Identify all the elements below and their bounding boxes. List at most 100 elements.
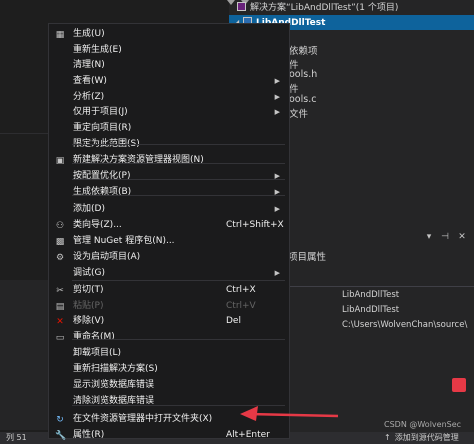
tree-item-resource-files[interactable]: 文件 [289, 106, 308, 120]
status-column: 列 51 [6, 433, 27, 442]
menu-item-label: 在文件资源管理器中打开文件夹(X) [73, 414, 213, 424]
menu-item[interactable]: ▩ 管理 NuGet 程序包(N)... [49, 234, 289, 250]
dropdown-icon[interactable]: ▾ [424, 232, 434, 242]
menu-item[interactable]: ✕ 移除(V) Del [49, 314, 289, 330]
menu-item[interactable]: 卸载项目(L) [49, 346, 289, 362]
pin-icon[interactable]: ⊣ [440, 232, 450, 242]
menu-item[interactable]: ⚙ 设为启动项目(A) [49, 250, 289, 266]
submenu-arrow-icon: ▶ [274, 108, 280, 116]
menu-item[interactable]: 清理(N) [49, 58, 289, 74]
menu-item[interactable]: 重新扫描解决方案(S) [49, 362, 289, 378]
menu-separator [72, 195, 285, 196]
nuget-icon: ▩ [55, 237, 65, 247]
menu-item-label: 粘贴(P) [73, 301, 104, 311]
menu-item-label: 仅用于项目(J) [73, 107, 128, 117]
menu-separator [72, 339, 285, 340]
menu-item-label: 设为启动项目(A) [73, 252, 141, 262]
cut-icon: ✂ [56, 286, 64, 296]
menu-item[interactable]: ↻ 在文件资源管理器中打开文件夹(X) [49, 412, 289, 428]
menu-item[interactable]: ▦ 生成(U) [49, 27, 289, 43]
menu-separator [72, 405, 285, 406]
submenu-arrow-icon: ▶ [274, 77, 280, 85]
menu-separator [72, 144, 285, 145]
menu-item-label: 新建解决方案资源管理器视图(N) [73, 155, 204, 165]
menu-item-label: 重新生成(E) [73, 45, 122, 55]
menu-item[interactable]: ▣ 新建解决方案资源管理器视图(N) [49, 153, 289, 169]
class-wizard-icon: ⚇ [55, 221, 65, 231]
submenu-arrow-icon: ▶ [274, 205, 280, 213]
tree-item-dependencies[interactable]: 依赖项 [289, 43, 318, 57]
menu-item-label: 显示浏览数据库错误 [73, 380, 155, 390]
menu-item-label: 清理(N) [73, 60, 105, 70]
paste-icon: ▤ [55, 302, 65, 312]
menu-item-shortcut: Ctrl+X [226, 285, 256, 295]
menu-item-shortcut: Ctrl+Shift+X [226, 220, 284, 230]
build-icon: ▦ [55, 30, 65, 40]
property-value[interactable]: LibAndDllTest [342, 288, 474, 302]
add-to-source-control-button[interactable]: ↑ 添加到源代码管理 [384, 432, 459, 444]
menu-item[interactable]: 添加(D) ▶ [49, 202, 289, 218]
submenu-arrow-icon: ▶ [274, 188, 280, 196]
menu-item-label: 移除(V) [73, 316, 105, 326]
properties-grid: LibAndDllTest LibAndDllTest C:\Users\Wol… [290, 286, 474, 336]
notification-icon[interactable] [452, 378, 466, 392]
menu-item-label: 管理 NuGet 程序包(N)... [73, 236, 175, 246]
menu-item-label: 重命名(M) [73, 332, 115, 342]
menu-item-shortcut: Alt+Enter [226, 430, 270, 440]
menu-item-label: 重新扫描解决方案(S) [73, 364, 158, 374]
context-menu: ▦ 生成(U) 重新生成(E) 清理(N) 查看(W) ▶ 分析(Z) ▶ 仅用于项目(J) ▶ 重… [48, 23, 290, 441]
output-panel [0, 280, 48, 430]
menu-item-shortcut: Del [226, 316, 241, 326]
menu-item-label: 剪切(T) [73, 285, 104, 295]
menu-item-label: 重定向项目(R) [73, 123, 132, 133]
submenu-arrow-icon: ▶ [274, 172, 280, 180]
menu-item-shortcut: Ctrl+V [226, 301, 256, 311]
menu-item[interactable]: 🔧 属性(R) Alt+Enter [49, 428, 289, 444]
properties-icon: 🔧 [55, 431, 67, 441]
solution-node[interactable]: 解决方案“LibAndDllTest”(1 个项目) [229, 1, 474, 16]
close-icon[interactable]: ✕ [457, 232, 467, 242]
new-explorer-view-icon: ▣ [55, 156, 65, 166]
menu-item[interactable]: 重新生成(E) [49, 43, 289, 59]
menu-separator [72, 280, 285, 281]
properties-title: 项目属性 [288, 252, 327, 263]
menu-item-label: 查看(W) [73, 76, 107, 86]
menu-item-label: 分析(Z) [73, 92, 105, 102]
menu-item-label: 类向导(Z)... [73, 220, 122, 230]
tree-item-tools-c[interactable]: ools.c [289, 94, 316, 105]
watermark: CSDN @WolvenSec [384, 420, 462, 429]
menu-item[interactable]: 按配置优化(P) ▶ [49, 169, 289, 185]
menu-item[interactable]: 清除浏览数据库错误 [49, 394, 289, 410]
menu-item-label: 清除浏览数据库错误 [73, 396, 155, 406]
solution-icon [237, 2, 246, 11]
arrow-up-icon: ↑ [384, 433, 391, 442]
editor-separator [0, 133, 48, 134]
menu-item[interactable]: 查看(W) ▶ [49, 74, 289, 90]
tree-item-sources[interactable]: 件 [289, 81, 299, 95]
menu-item[interactable]: 显示浏览数据库错误 [49, 378, 289, 394]
tree-item-tools-h[interactable]: ools.h [289, 69, 317, 80]
menu-separator [72, 179, 285, 180]
open-folder-icon: ↻ [56, 415, 64, 425]
property-value[interactable]: C:\Users\WolvenChan\source\ [342, 318, 474, 332]
menu-item[interactable]: 生成依赖项(B) ▶ [49, 185, 289, 201]
gear-icon: ⚙ [55, 253, 65, 263]
menu-item[interactable]: ▭ 重命名(M) [49, 330, 289, 346]
menu-item[interactable]: 仅用于项目(J) ▶ [49, 105, 289, 121]
menu-item-label: 生成依赖项(B) [73, 187, 132, 197]
menu-item-label: 属性(R) [73, 430, 105, 440]
rename-icon: ▭ [55, 333, 65, 343]
menu-separator [72, 163, 285, 164]
menu-item-label: 按配置优化(P) [73, 171, 131, 181]
property-value[interactable]: LibAndDllTest [342, 303, 474, 317]
menu-item[interactable]: 重定向项目(R) [49, 121, 289, 137]
remove-icon: ✕ [56, 317, 64, 327]
menu-item[interactable]: ⚇ 类向导(Z)... Ctrl+Shift+X [49, 218, 289, 234]
menu-item-label: 生成(U) [73, 29, 105, 39]
menu-item-label: 添加(D) [73, 204, 105, 214]
menu-item[interactable]: 分析(Z) ▶ [49, 90, 289, 106]
menu-item[interactable]: ✂ 剪切(T) Ctrl+X [49, 283, 289, 299]
submenu-arrow-icon: ▶ [274, 93, 280, 101]
menu-item-label: 卸载项目(L) [73, 348, 122, 358]
menu-item[interactable]: ▤ 粘贴(P) Ctrl+V [49, 299, 289, 315]
